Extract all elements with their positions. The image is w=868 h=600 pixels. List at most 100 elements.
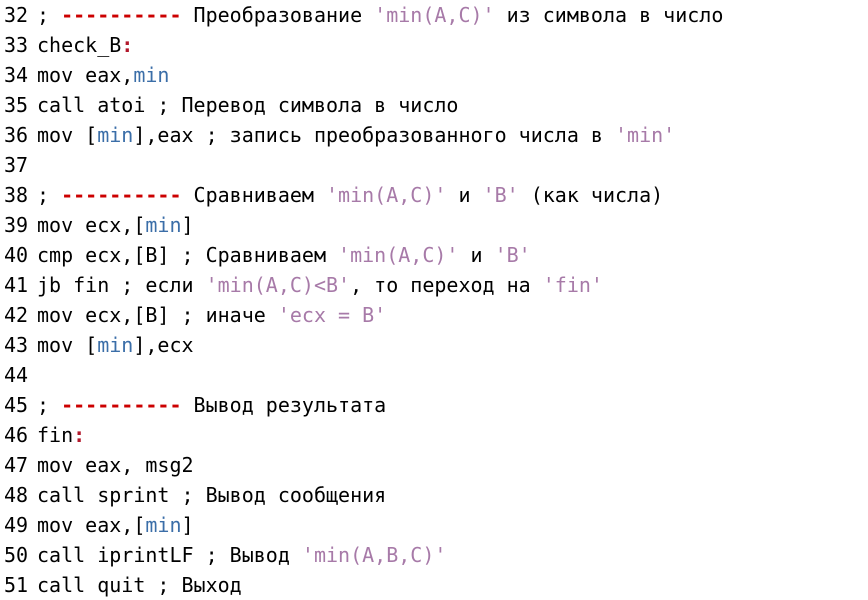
line-number: 43 [0, 330, 36, 360]
token-plain: mov [ [37, 123, 98, 147]
token-string: 'min(A,C)<B' [205, 273, 351, 297]
code-text: ; ---------- Вывод результата [36, 390, 386, 420]
token-plain: mov eax, msg2 [37, 453, 194, 477]
code-text: mov eax,min [36, 60, 169, 90]
token-dash: ---------- [61, 3, 182, 27]
token-comment: ; [37, 3, 62, 27]
token-plain: ] [181, 213, 194, 237]
token-comment: ; [37, 183, 62, 207]
line-number: 50 [0, 540, 36, 570]
line-number: 48 [0, 480, 36, 510]
token-plain: mov [ [37, 333, 98, 357]
code-line[interactable]: 47 mov eax, msg2 [0, 450, 868, 480]
code-text: call sprint ; Вывод сообщения [36, 480, 386, 510]
code-text: mov eax,[min] [36, 510, 194, 540]
token-string: 'min' [614, 123, 676, 147]
token-plain: mov eax, [37, 63, 134, 87]
code-line[interactable]: 49 mov eax,[min] [0, 510, 868, 540]
line-number: 36 [0, 120, 36, 150]
token-string: 'min(A,C)' [338, 243, 459, 267]
token-plain: ],eax ; запись преобразованного числа в [133, 123, 615, 147]
token-dash: ---------- [61, 183, 182, 207]
token-dash: ---------- [61, 393, 182, 417]
code-line[interactable]: 42 mov ecx,[B] ; иначе 'ecx = B' [0, 300, 868, 330]
line-number: 33 [0, 30, 36, 60]
code-text: jb fin ; если 'min(A,C)<B', то переход н… [36, 270, 603, 300]
token-ident: min [97, 123, 134, 147]
code-line[interactable]: 32; ---------- Преобразование 'min(A,C)'… [0, 0, 868, 30]
code-line[interactable]: 34 mov eax,min [0, 60, 868, 90]
code-text: cmp ecx,[B] ; Сравниваем 'min(A,C)' и 'B… [36, 240, 531, 270]
token-plain: call atoi ; Перевод символа в число [37, 93, 459, 117]
token-comment: из символа в число [494, 3, 724, 27]
line-number: 34 [0, 60, 36, 90]
code-line[interactable]: 44 [0, 360, 868, 390]
code-text: check_B: [36, 30, 133, 60]
token-plain: mov ecx,[B] ; иначе [37, 303, 278, 327]
code-line[interactable]: 50 call iprintLF ; Вывод 'min(A,B,C)' [0, 540, 868, 570]
token-string: 'fin' [542, 273, 603, 297]
token-label: fin [37, 423, 74, 447]
token-string: 'ecx = B' [277, 303, 387, 327]
line-number: 38 [0, 180, 36, 210]
line-number: 49 [0, 510, 36, 540]
token-plain: mov ecx,[ [37, 213, 146, 237]
token-plain: call iprintLF ; Вывод [37, 543, 302, 567]
code-line[interactable]: 46 fin: [0, 420, 868, 450]
token-comment: Вывод результата [181, 393, 387, 417]
line-number: 39 [0, 210, 36, 240]
line-number: 37 [0, 150, 36, 180]
token-comment: (как числа) [518, 183, 664, 207]
token-label: check_B [37, 33, 122, 57]
token-ident: min [97, 333, 134, 357]
token-plain: jb fin ; если [37, 273, 206, 297]
line-number: 42 [0, 300, 36, 330]
token-plain: call sprint ; Вывод сообщения [37, 483, 387, 507]
code-line[interactable]: 38; ---------- Сравниваем 'min(A,C)' и '… [0, 180, 868, 210]
token-comment: Преобразование [181, 3, 375, 27]
token-comment: ; [37, 393, 62, 417]
code-text: mov [min],ecx [36, 330, 194, 360]
token-colon: : [73, 423, 86, 447]
token-string: 'min(A,B,C)' [301, 543, 447, 567]
code-text: call atoi ; Перевод символа в число [36, 90, 458, 120]
line-number: 46 [0, 420, 36, 450]
code-line[interactable]: 48 call sprint ; Вывод сообщения [0, 480, 868, 510]
line-number: 41 [0, 270, 36, 300]
code-text: mov [min],eax ; запись преобразованного … [36, 120, 675, 150]
line-number: 40 [0, 240, 36, 270]
code-text: mov ecx,[min] [36, 210, 194, 240]
code-line[interactable]: 35 call atoi ; Перевод символа в число [0, 90, 868, 120]
code-line[interactable]: 41 jb fin ; если 'min(A,C)<B', то переход… [0, 270, 868, 300]
code-line[interactable]: 36 mov [min],eax ; запись преобразованног… [0, 120, 868, 150]
token-string: 'B' [482, 183, 519, 207]
code-text: fin: [36, 420, 85, 450]
code-line[interactable]: 33 check_B: [0, 30, 868, 60]
token-colon: : [121, 33, 134, 57]
code-editor[interactable]: 32; ---------- Преобразование 'min(A,C)'… [0, 0, 868, 600]
code-text: ; ---------- Преобразование 'min(A,C)' и… [36, 0, 723, 30]
token-comment: Сравниваем [181, 183, 327, 207]
token-ident: min [145, 513, 182, 537]
code-text: ; ---------- Сравниваем 'min(A,C)' и 'B'… [36, 180, 663, 210]
line-number: 32 [0, 0, 36, 30]
code-text: mov ecx,[B] ; иначе 'ecx = B' [36, 300, 386, 330]
line-number: 35 [0, 90, 36, 120]
token-ident: min [145, 213, 182, 237]
token-ident: min [133, 63, 170, 87]
line-number: 47 [0, 450, 36, 480]
token-plain: ],ecx [133, 333, 194, 357]
code-text: call iprintLF ; Вывод 'min(A,B,C)' [36, 540, 446, 570]
code-line[interactable]: 45; ---------- Вывод результата [0, 390, 868, 420]
code-line[interactable]: 40 cmp ecx,[B] ; Сравниваем 'min(A,C)' и … [0, 240, 868, 270]
line-number: 45 [0, 390, 36, 420]
token-plain: ] [181, 513, 194, 537]
token-plain: cmp ecx,[B] ; Сравниваем [37, 243, 339, 267]
code-line[interactable]: 43 mov [min],ecx [0, 330, 868, 360]
code-text: mov eax, msg2 [36, 450, 194, 480]
token-plain: и [458, 243, 495, 267]
code-line[interactable]: 39 mov ecx,[min] [0, 210, 868, 240]
token-string: 'B' [494, 243, 531, 267]
token-plain: mov eax,[ [37, 513, 146, 537]
code-line[interactable]: 37 [0, 150, 868, 180]
